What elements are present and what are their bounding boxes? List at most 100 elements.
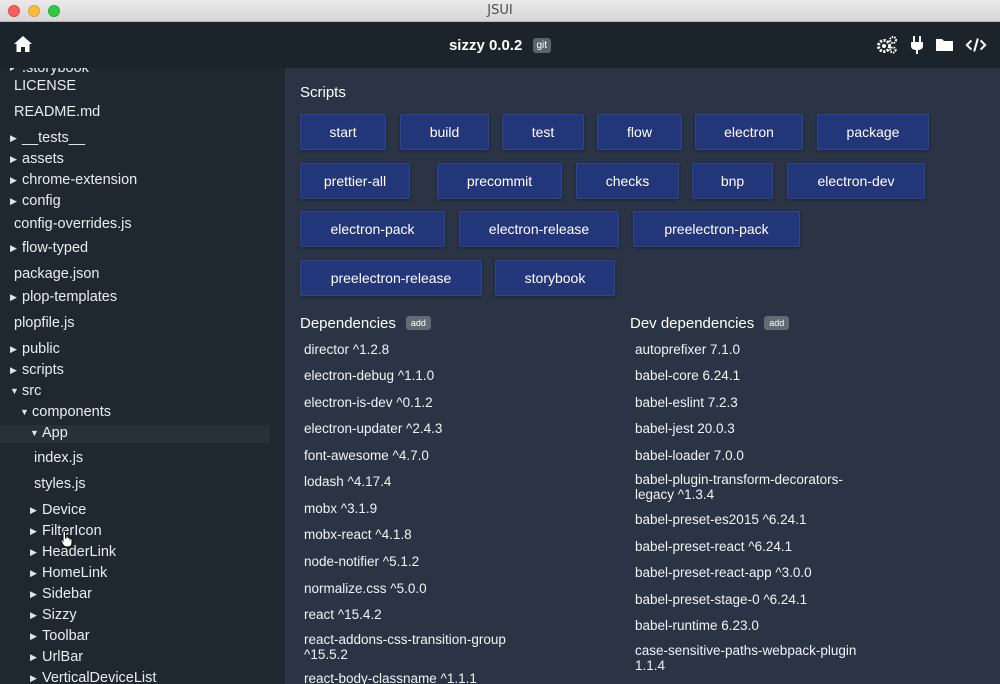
dependency-item[interactable]: electron-debug ^1.1.0 bbox=[304, 368, 544, 383]
file-tree-item-label: README.md bbox=[14, 104, 101, 120]
script-button[interactable]: electron-dev bbox=[787, 163, 925, 199]
dependency-item[interactable]: babel-preset-stage-0 ^6.24.1 bbox=[635, 592, 875, 607]
caret-right-icon: ▶ bbox=[30, 589, 37, 599]
script-button[interactable]: checks bbox=[576, 163, 679, 199]
dependency-item[interactable]: react-body-classname ^1.1.1 bbox=[304, 671, 544, 684]
cogs-icon[interactable] bbox=[876, 35, 898, 55]
dependency-item[interactable]: babel-preset-react ^6.24.1 bbox=[635, 539, 875, 554]
file-tree-item[interactable]: ▶ plop-templates bbox=[0, 289, 285, 307]
folder-icon[interactable] bbox=[934, 35, 956, 55]
caret-right-icon: ▶ bbox=[10, 243, 17, 253]
file-tree-item[interactable]: ▶ FilterIcon bbox=[0, 523, 285, 541]
dependency-item[interactable]: babel-preset-es2015 ^6.24.1 bbox=[635, 512, 875, 527]
dependency-item[interactable]: electron-is-dev ^0.1.2 bbox=[304, 395, 544, 410]
plug-icon[interactable] bbox=[906, 35, 928, 55]
dependency-item[interactable]: babel-plugin-transform-decorators-legacy… bbox=[635, 472, 875, 502]
file-tree-item[interactable]: ▶ HomeLink bbox=[0, 565, 285, 583]
file-tree-item[interactable]: ▼ src bbox=[0, 383, 285, 401]
dependency-item[interactable]: babel-core 6.24.1 bbox=[635, 368, 875, 383]
script-button[interactable]: package bbox=[817, 114, 929, 150]
script-button[interactable]: electron-release bbox=[459, 211, 619, 247]
file-tree-item-label: __tests__ bbox=[22, 130, 85, 146]
file-tree-item[interactable]: ▸ .storybook bbox=[0, 68, 285, 78]
dependency-item[interactable]: font-awesome ^4.7.0 bbox=[304, 448, 544, 463]
dependency-item[interactable]: node-notifier ^5.1.2 bbox=[304, 554, 544, 569]
file-tree-item-label: assets bbox=[22, 151, 64, 167]
dependency-item[interactable]: lodash ^4.17.4 bbox=[304, 474, 544, 489]
file-tree-item[interactable]: ▶ Toolbar bbox=[0, 628, 285, 646]
script-button[interactable]: test bbox=[502, 114, 584, 150]
dependency-item[interactable]: react ^15.4.2 bbox=[304, 607, 544, 622]
dependencies-title: Dependencies bbox=[300, 315, 396, 332]
add-dependency-button[interactable]: add bbox=[405, 316, 431, 330]
file-tree-item[interactable]: ▶ HeaderLink bbox=[0, 544, 285, 562]
dependency-item[interactable]: babel-loader 7.0.0 bbox=[635, 448, 875, 463]
file-tree-item[interactable]: ▼ App bbox=[0, 425, 270, 443]
script-button[interactable]: electron bbox=[695, 114, 803, 150]
caret-right-icon: ▶ bbox=[10, 365, 17, 375]
dependency-item[interactable]: autoprefixer 7.1.0 bbox=[635, 342, 875, 357]
file-tree-item[interactable]: ▶ __tests__ bbox=[0, 130, 285, 148]
file-tree-item[interactable]: ▶ Sidebar bbox=[0, 586, 285, 604]
file-tree-item-label: scripts bbox=[22, 362, 64, 378]
file-tree-item[interactable]: package.json bbox=[0, 266, 285, 284]
script-button[interactable]: flow bbox=[597, 114, 682, 150]
script-button[interactable]: electron-pack bbox=[300, 211, 445, 247]
file-tree-item[interactable]: ▶ scripts bbox=[0, 362, 285, 380]
file-tree-item[interactable]: ▶ Device bbox=[0, 502, 285, 520]
script-button[interactable]: preelectron-release bbox=[300, 260, 482, 296]
script-button[interactable]: preelectron-pack bbox=[633, 211, 800, 247]
dependency-item[interactable]: mobx-react ^4.1.8 bbox=[304, 527, 544, 542]
caret-right-icon: ▶ bbox=[10, 133, 17, 143]
dependency-item[interactable]: react-addons-css-transition-group ^15.5.… bbox=[304, 632, 544, 662]
script-button[interactable]: prettier-all bbox=[300, 163, 410, 199]
file-tree-item[interactable]: ▶ config bbox=[0, 193, 285, 211]
file-tree-item[interactable]: ▶ UrlBar bbox=[0, 649, 285, 667]
file-tree-item[interactable]: ▶ flow-typed bbox=[0, 240, 285, 258]
caret-right-icon: ▶ bbox=[30, 547, 37, 557]
file-tree-item-label: VerticalDeviceList bbox=[42, 670, 157, 684]
file-tree-item[interactable]: ▼ components bbox=[0, 404, 285, 422]
file-tree-item[interactable]: ▶ assets bbox=[0, 151, 285, 169]
file-tree-item-label: HeaderLink bbox=[42, 544, 117, 560]
script-button[interactable]: build bbox=[400, 114, 489, 150]
script-button[interactable]: precommit bbox=[437, 163, 562, 199]
caret-down-icon: ▼ bbox=[10, 386, 19, 396]
file-tree-item[interactable]: ▶ Sizzy bbox=[0, 607, 285, 625]
code-icon[interactable] bbox=[965, 35, 987, 55]
file-tree-item[interactable]: index.js bbox=[0, 450, 285, 468]
file-tree-item[interactable]: ▶ chrome-extension bbox=[0, 172, 285, 190]
file-tree-item[interactable]: ▶ public bbox=[0, 341, 285, 359]
file-tree-item[interactable]: plopfile.js bbox=[0, 315, 285, 333]
file-tree-item[interactable]: styles.js bbox=[0, 476, 285, 494]
file-tree-item-label: components bbox=[32, 404, 111, 420]
file-tree-sidebar[interactable]: ▸ .storybook LICENSE README.md ▶ __tests__ ▶ as… bbox=[0, 68, 285, 684]
file-tree-item-label: UrlBar bbox=[42, 649, 84, 665]
file-tree-item[interactable]: LICENSE bbox=[0, 78, 285, 96]
file-tree-item[interactable]: README.md bbox=[0, 104, 285, 122]
dependency-item[interactable]: case-sensitive-paths-webpack-plugin 1.1.… bbox=[635, 643, 875, 673]
dependency-item[interactable]: babel-jest 20.0.3 bbox=[635, 421, 875, 436]
dependency-item[interactable]: babel-runtime 6.23.0 bbox=[635, 618, 875, 633]
caret-right-icon: ▶ bbox=[30, 526, 37, 536]
caret-right-icon: ▶ bbox=[30, 610, 37, 620]
add-dev-dependency-button[interactable]: add bbox=[764, 316, 790, 330]
file-tree-item-label: Device bbox=[42, 502, 87, 518]
file-tree-item-label: App bbox=[42, 425, 68, 441]
script-button[interactable]: bnp bbox=[692, 163, 773, 199]
git-badge[interactable]: git bbox=[532, 37, 552, 53]
dependency-item[interactable]: babel-preset-react-app ^3.0.0 bbox=[635, 565, 875, 580]
file-tree-item[interactable]: config-overrides.js bbox=[0, 216, 285, 234]
app-header: sizzy 0.0.2 git bbox=[0, 22, 1000, 68]
script-button[interactable]: storybook bbox=[495, 260, 615, 296]
dependency-item[interactable]: mobx ^3.1.9 bbox=[304, 501, 544, 516]
dev-dependencies-header: Dev dependencies add bbox=[630, 315, 790, 332]
dependency-item[interactable]: babel-eslint 7.2.3 bbox=[635, 395, 875, 410]
file-tree-item[interactable]: ▶ VerticalDeviceList bbox=[0, 670, 285, 684]
script-button[interactable]: start bbox=[300, 114, 386, 150]
file-tree-item-label: HomeLink bbox=[42, 565, 108, 581]
dependency-item[interactable]: electron-updater ^2.4.3 bbox=[304, 421, 544, 436]
caret-right-icon: ▶ bbox=[30, 505, 37, 515]
dependency-item[interactable]: normalize.css ^5.0.0 bbox=[304, 581, 544, 596]
dependency-item[interactable]: director ^1.2.8 bbox=[304, 342, 544, 357]
